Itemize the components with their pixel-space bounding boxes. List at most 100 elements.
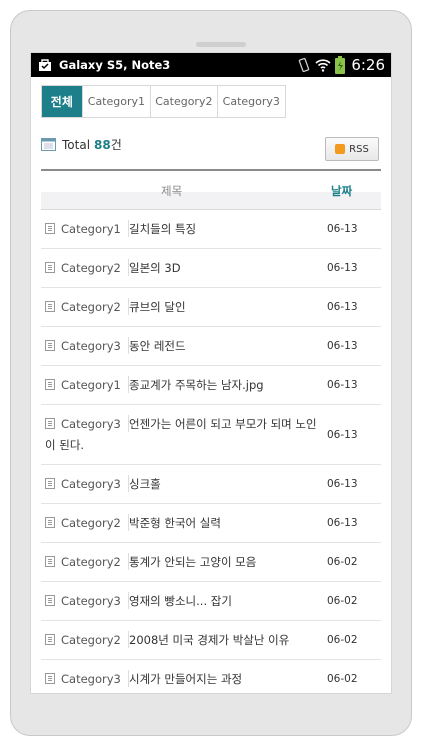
row-date: 06-13 bbox=[327, 517, 358, 529]
row-date: 06-13 bbox=[327, 478, 358, 490]
row-divider bbox=[128, 220, 129, 237]
row-divider bbox=[128, 376, 129, 393]
document-icon bbox=[45, 340, 55, 351]
row-title-link[interactable]: 길치들의 특징 bbox=[129, 222, 196, 236]
rss-button[interactable]: RSS bbox=[325, 137, 379, 161]
document-icon bbox=[45, 301, 55, 312]
row-divider bbox=[128, 631, 129, 648]
rss-label: RSS bbox=[349, 143, 369, 155]
wifi-icon bbox=[315, 58, 331, 72]
row-date: 06-02 bbox=[327, 634, 358, 646]
row-divider bbox=[128, 514, 129, 531]
row-category: Category3 bbox=[61, 672, 121, 686]
row-title-link[interactable]: 통계가 안되는 고양이 모음 bbox=[129, 555, 256, 569]
battery-icon bbox=[335, 56, 346, 74]
table-row[interactable]: Category1 종교계가 주목하는 남자.jpg 06-13 bbox=[41, 366, 381, 405]
row-main: Category2 통계가 안되는 고양이 모음 bbox=[41, 543, 321, 581]
table-row[interactable]: Category3 동안 레전드 06-13 bbox=[41, 327, 381, 366]
row-title-link[interactable]: 싱크홀 bbox=[129, 477, 161, 491]
row-category: Category3 bbox=[61, 594, 121, 608]
rss-icon bbox=[335, 144, 346, 154]
table-row[interactable]: Category3 영재의 빵소니... 잡기 06-02 bbox=[41, 582, 381, 621]
row-title-link[interactable]: 종교계가 주목하는 남자.jpg bbox=[129, 378, 264, 392]
tab-category3[interactable]: Category3 bbox=[216, 86, 285, 117]
row-title-link[interactable]: 박준형 한국어 실력 bbox=[129, 516, 221, 530]
table-row[interactable]: Category3 싱크홀 06-13 bbox=[41, 465, 381, 504]
row-divider bbox=[128, 475, 129, 492]
row-main: Category3 영재의 빵소니... 잡기 bbox=[41, 582, 321, 620]
vibrate-icon bbox=[297, 57, 311, 73]
row-divider bbox=[128, 337, 129, 354]
row-title-link[interactable]: 동안 레전드 bbox=[129, 339, 186, 353]
total-number: 88 bbox=[94, 137, 111, 152]
row-divider bbox=[128, 592, 129, 609]
tab-category2[interactable]: Category2 bbox=[150, 86, 216, 117]
row-divider bbox=[128, 415, 129, 432]
document-icon bbox=[45, 517, 55, 528]
row-divider bbox=[128, 259, 129, 276]
bag-icon bbox=[37, 58, 53, 72]
table-row[interactable]: Category3 언젠가는 어른이 되고 부모가 되며 노인이 된다. 06-13 bbox=[41, 405, 381, 465]
row-date: 06-13 bbox=[327, 223, 358, 235]
table-row[interactable]: Category3 시계가 만들어지는 과정 06-02 bbox=[41, 660, 381, 693]
row-category: Category2 bbox=[61, 300, 121, 314]
document-icon bbox=[45, 262, 55, 273]
row-date: 06-13 bbox=[327, 379, 358, 391]
total-label: Total bbox=[62, 137, 91, 152]
status-bar: Galaxy S5, Note3 6:26 bbox=[31, 53, 391, 77]
table-row[interactable]: Category2 일본의 3D 06-13 bbox=[41, 249, 381, 288]
document-icon bbox=[45, 379, 55, 390]
table-header: 제목 날짜 bbox=[41, 169, 381, 210]
document-icon bbox=[45, 223, 55, 234]
total-unit: 건 bbox=[110, 138, 122, 152]
row-category: Category3 bbox=[61, 339, 121, 353]
row-divider bbox=[128, 553, 129, 570]
table-row[interactable]: Category2 통계가 안되는 고양이 모음 06-02 bbox=[41, 543, 381, 582]
total-count: Total 88 건 bbox=[41, 136, 122, 153]
category-tabs: 전체 Category1 Category2 Category3 bbox=[41, 85, 286, 118]
row-main: Category1 길치들의 특징 bbox=[41, 210, 321, 248]
tab-all[interactable]: 전체 bbox=[42, 86, 82, 117]
row-main: Category2 박준형 한국어 실력 bbox=[41, 504, 321, 542]
row-main: Category1 종교계가 주목하는 남자.jpg bbox=[41, 366, 321, 404]
row-date: 06-13 bbox=[327, 340, 358, 352]
row-category: Category3 bbox=[61, 477, 121, 491]
document-icon bbox=[45, 595, 55, 606]
row-main: Category2 일본의 3D bbox=[41, 249, 321, 287]
summary-row: Total 88 건 RSS bbox=[31, 118, 391, 164]
document-icon bbox=[45, 418, 55, 429]
phone-screen: Galaxy S5, Note3 6:26 전체 Category1 Categ… bbox=[30, 52, 392, 694]
column-date: 날짜 bbox=[331, 184, 353, 198]
row-main: Category3 시계가 만들어지는 과정 bbox=[41, 660, 321, 693]
table-row[interactable]: Category2 큐브의 달인 06-13 bbox=[41, 288, 381, 327]
device-name: Galaxy S5, Note3 bbox=[59, 58, 171, 72]
row-date: 06-02 bbox=[327, 595, 358, 607]
column-title: 제목 bbox=[161, 184, 183, 198]
row-main: Category2 2008년 미국 경제가 박살난 이유 bbox=[41, 621, 321, 659]
row-title-link[interactable]: 큐브의 달인 bbox=[129, 300, 186, 314]
row-date: 06-13 bbox=[327, 428, 358, 441]
row-main: Category3 동안 레전드 bbox=[41, 327, 321, 365]
row-category: Category1 bbox=[61, 222, 121, 236]
row-category: Category2 bbox=[61, 633, 121, 647]
row-date: 06-02 bbox=[327, 556, 358, 568]
row-main: Category3 언젠가는 어른이 되고 부모가 되며 노인이 된다. bbox=[41, 405, 321, 464]
row-category: Category1 bbox=[61, 378, 121, 392]
row-date: 06-13 bbox=[327, 262, 358, 274]
row-divider bbox=[128, 298, 129, 315]
row-main: Category3 싱크홀 bbox=[41, 465, 321, 503]
clock: 6:26 bbox=[351, 56, 385, 74]
row-title-link[interactable]: 일본의 3D bbox=[129, 261, 181, 275]
row-date: 06-13 bbox=[327, 301, 358, 313]
table-row[interactable]: Category2 2008년 미국 경제가 박살난 이유 06-02 bbox=[41, 621, 381, 660]
tab-category1[interactable]: Category1 bbox=[81, 86, 150, 117]
row-title-link[interactable]: 시계가 만들어지는 과정 bbox=[129, 672, 242, 686]
row-category: Category2 bbox=[61, 516, 121, 530]
row-title-link[interactable]: 2008년 미국 경제가 박살난 이유 bbox=[129, 633, 289, 647]
table-row[interactable]: Category2 박준형 한국어 실력 06-13 bbox=[41, 504, 381, 543]
row-category: Category2 bbox=[61, 261, 121, 275]
document-icon bbox=[45, 634, 55, 645]
row-title-link[interactable]: 영재의 빵소니... 잡기 bbox=[129, 594, 232, 608]
post-list: Category1 길치들의 특징 06-13 Category2 일본의 3D 06-1… bbox=[41, 210, 381, 693]
table-row[interactable]: Category1 길치들의 특징 06-13 bbox=[41, 210, 381, 249]
